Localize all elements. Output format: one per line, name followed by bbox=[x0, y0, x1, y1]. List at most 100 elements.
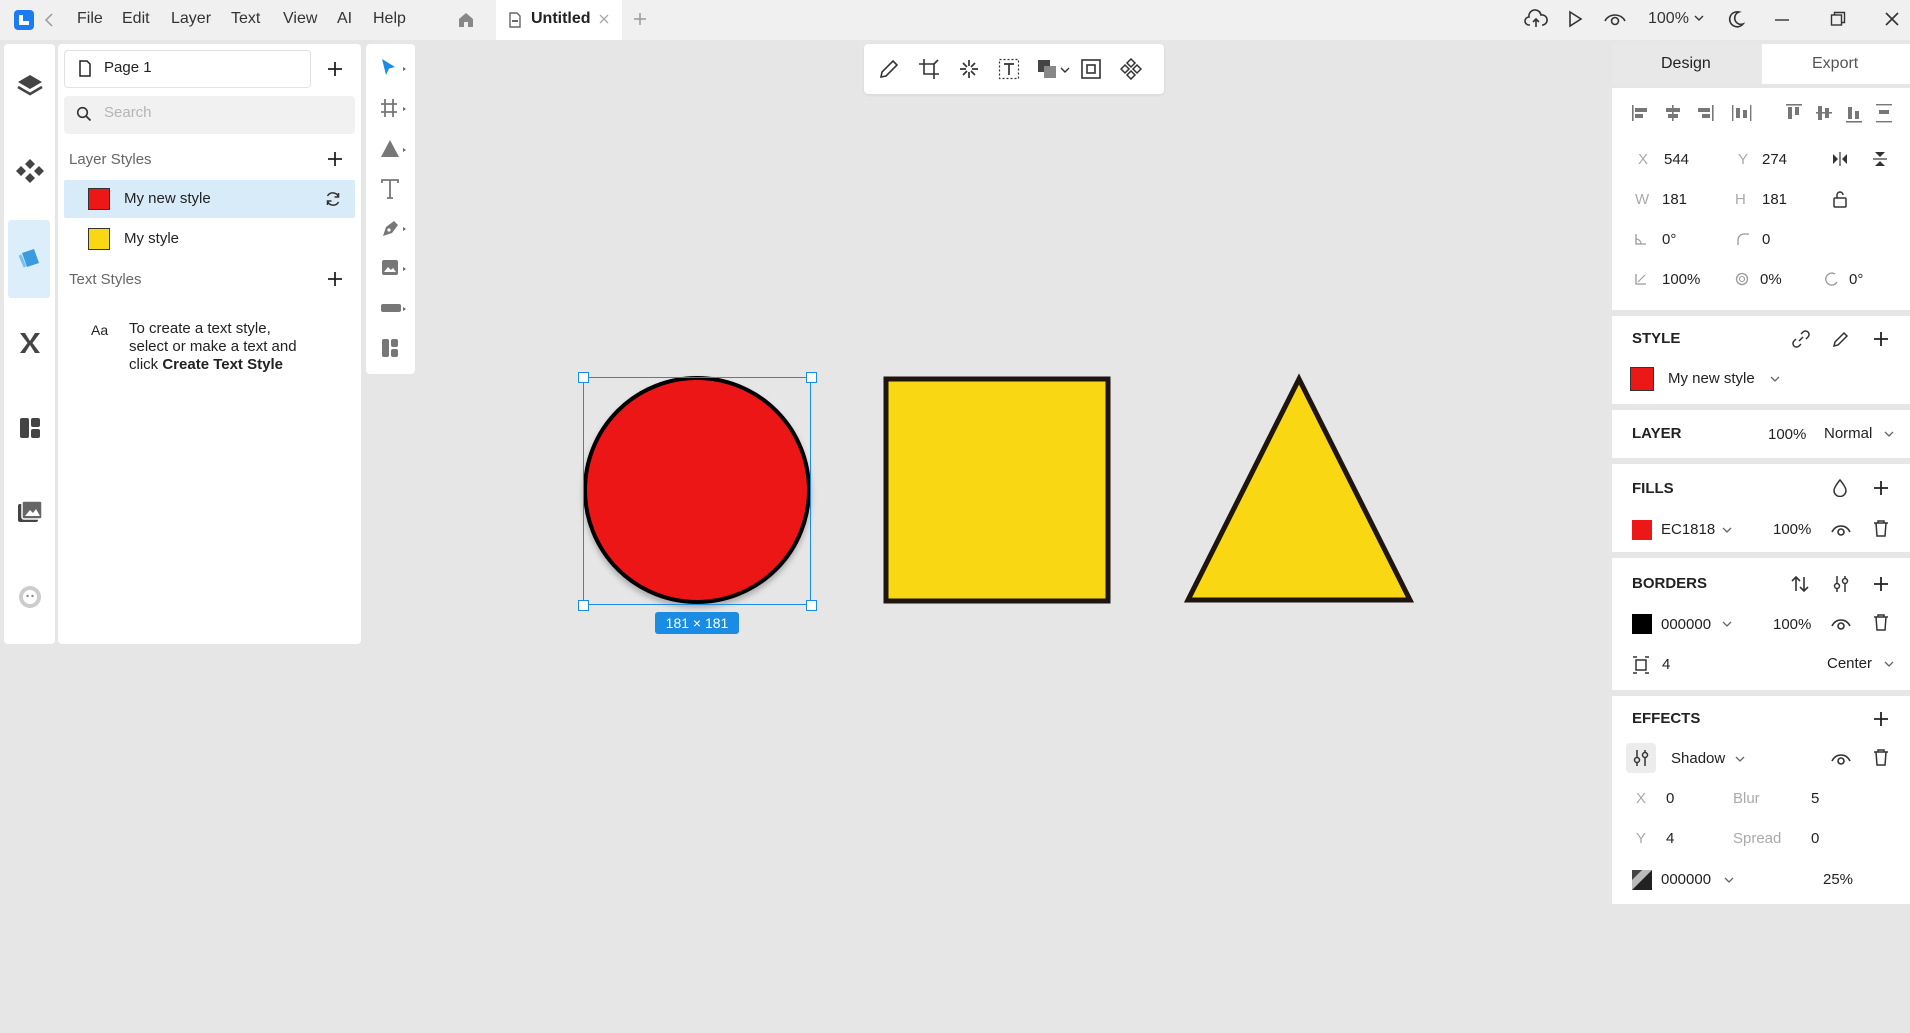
widget-tool-icon[interactable] bbox=[380, 298, 408, 318]
delete-effect-icon[interactable] bbox=[1873, 748, 1889, 766]
rotation-field[interactable]: 0° bbox=[1662, 231, 1676, 248]
border-position-selector[interactable]: Center bbox=[1827, 655, 1872, 672]
angle-field[interactable]: 0° bbox=[1849, 271, 1863, 288]
style-selector[interactable]: My new style bbox=[1668, 370, 1755, 387]
blur-field[interactable]: 0% bbox=[1760, 271, 1782, 288]
menu-view[interactable]: View bbox=[283, 10, 317, 28]
chevron-down-icon[interactable] bbox=[1722, 620, 1732, 628]
opacity-field[interactable]: 100% bbox=[1662, 271, 1700, 288]
edit-style-icon[interactable] bbox=[1832, 330, 1850, 348]
resize-handle-bl[interactable] bbox=[578, 600, 589, 611]
fill-drop-icon[interactable] bbox=[1832, 479, 1848, 497]
shadow-opacity-field[interactable]: 25% bbox=[1823, 871, 1853, 888]
shadow-x-field[interactable]: 0 bbox=[1666, 790, 1674, 807]
shadow-color-swatch[interactable] bbox=[1632, 870, 1652, 890]
fill-opacity-field[interactable]: 100% bbox=[1773, 521, 1811, 538]
chevron-down-icon[interactable] bbox=[1770, 375, 1780, 383]
flip-horizontal-icon[interactable] bbox=[1832, 151, 1848, 167]
shadow-hex-field[interactable]: 000000 bbox=[1661, 871, 1711, 888]
restore-icon[interactable] bbox=[1830, 11, 1846, 27]
minimize-icon[interactable] bbox=[1774, 18, 1790, 22]
fill-hex-field[interactable]: EC1818 bbox=[1661, 521, 1715, 538]
home-icon[interactable] bbox=[456, 10, 476, 30]
cloud-upload-icon[interactable] bbox=[1524, 8, 1548, 30]
menu-edit[interactable]: Edit bbox=[122, 10, 150, 28]
lock-ratio-icon[interactable] bbox=[1832, 190, 1848, 208]
close-window-icon[interactable] bbox=[1884, 11, 1900, 27]
border-swatch[interactable] bbox=[1632, 614, 1652, 634]
effect-type-selector[interactable]: Shadow bbox=[1671, 750, 1725, 767]
shadow-y-field[interactable]: 4 bbox=[1666, 830, 1674, 847]
pen-tool-icon[interactable] bbox=[380, 218, 408, 238]
layer-opacity-field[interactable]: 100% bbox=[1768, 426, 1806, 443]
border-settings-icon[interactable] bbox=[1831, 574, 1851, 594]
variables-icon[interactable] bbox=[16, 330, 44, 356]
edit-pencil-icon[interactable] bbox=[878, 58, 900, 80]
border-width-field[interactable]: 4 bbox=[1662, 656, 1670, 673]
delete-border-icon[interactable] bbox=[1873, 613, 1889, 631]
shadow-spread-field[interactable]: 0 bbox=[1811, 830, 1819, 847]
magic-wand-icon[interactable] bbox=[958, 58, 980, 80]
app-logo[interactable] bbox=[14, 10, 34, 30]
fill-swatch[interactable] bbox=[1632, 520, 1652, 540]
community-icon[interactable] bbox=[15, 582, 45, 612]
add-page-icon[interactable] bbox=[326, 60, 344, 78]
chevron-down-icon[interactable] bbox=[1735, 755, 1745, 763]
shape-tool-icon[interactable] bbox=[380, 139, 408, 159]
chevron-down-icon[interactable] bbox=[1722, 526, 1732, 534]
image-tool-icon[interactable] bbox=[380, 258, 408, 278]
delete-fill-icon[interactable] bbox=[1873, 519, 1889, 537]
close-tab-icon[interactable] bbox=[598, 13, 610, 25]
chevron-down-icon[interactable] bbox=[1724, 876, 1734, 884]
add-fill-icon[interactable] bbox=[1872, 479, 1890, 497]
create-component-icon[interactable] bbox=[1120, 58, 1142, 80]
resize-handle-tr[interactable] bbox=[806, 372, 817, 383]
plugins-icon[interactable] bbox=[17, 415, 43, 441]
border-visibility-eye-icon[interactable] bbox=[1830, 615, 1852, 633]
swap-arrows-icon[interactable] bbox=[1790, 574, 1810, 594]
zoom-level[interactable]: 100% bbox=[1648, 10, 1689, 28]
fill-visibility-eye-icon[interactable] bbox=[1830, 521, 1852, 539]
assets-image-icon[interactable] bbox=[16, 498, 44, 526]
text-box-icon[interactable] bbox=[998, 58, 1020, 80]
page-selector[interactable] bbox=[64, 50, 311, 88]
add-layer-style-icon[interactable] bbox=[326, 150, 344, 168]
menu-text[interactable]: Text bbox=[231, 10, 260, 28]
add-border-icon[interactable] bbox=[1872, 575, 1890, 593]
layers-icon[interactable] bbox=[16, 72, 44, 98]
library-tool-icon[interactable] bbox=[380, 338, 408, 358]
add-style-icon[interactable] bbox=[1872, 330, 1890, 348]
menu-help[interactable]: Help bbox=[373, 10, 406, 28]
add-text-style-icon[interactable] bbox=[326, 270, 344, 288]
chevron-down-icon[interactable] bbox=[1884, 430, 1894, 438]
frame-selection-icon[interactable] bbox=[1080, 58, 1102, 80]
menu-layer[interactable]: Layer bbox=[171, 10, 211, 28]
chevron-down-icon[interactable] bbox=[1884, 660, 1894, 668]
new-tab-icon[interactable] bbox=[632, 11, 648, 27]
effect-settings-button[interactable] bbox=[1626, 743, 1656, 773]
resize-handle-br[interactable] bbox=[806, 600, 817, 611]
sync-style-icon[interactable] bbox=[324, 190, 342, 208]
play-icon[interactable] bbox=[1567, 10, 1583, 28]
y-field[interactable]: 274 bbox=[1762, 151, 1787, 168]
border-opacity-field[interactable]: 100% bbox=[1773, 616, 1811, 633]
menu-ai[interactable]: AI bbox=[337, 10, 352, 28]
h-field[interactable]: 181 bbox=[1762, 191, 1787, 208]
crop-icon[interactable] bbox=[918, 58, 940, 80]
components-icon[interactable] bbox=[16, 158, 44, 184]
detach-style-icon[interactable] bbox=[1792, 330, 1810, 348]
select-tool-icon[interactable] bbox=[380, 58, 408, 78]
tab-design[interactable]: Design bbox=[1661, 55, 1711, 73]
square-shape[interactable] bbox=[883, 376, 1111, 604]
resize-handle-tl[interactable] bbox=[578, 372, 589, 383]
menu-file[interactable]: File bbox=[77, 10, 103, 28]
chevron-left-icon[interactable] bbox=[44, 11, 54, 29]
boolean-union-icon[interactable] bbox=[1036, 58, 1058, 80]
text-tool-icon[interactable] bbox=[380, 179, 408, 199]
w-field[interactable]: 181 bbox=[1662, 191, 1687, 208]
effect-visibility-eye-icon[interactable] bbox=[1830, 750, 1852, 768]
corner-radius-field[interactable]: 0 bbox=[1762, 231, 1770, 248]
tab-export[interactable]: Export bbox=[1812, 55, 1858, 73]
add-effect-icon[interactable] bbox=[1872, 710, 1890, 728]
search-input[interactable]: Search bbox=[104, 104, 152, 121]
